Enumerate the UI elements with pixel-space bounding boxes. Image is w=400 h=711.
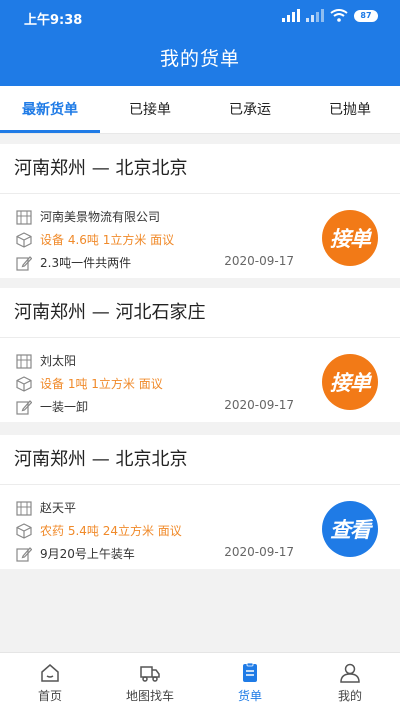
nav-item-mine[interactable]: 我的: [300, 653, 400, 711]
order-note: 2.3吨一件共两件: [40, 256, 132, 270]
home-icon: [41, 664, 59, 682]
note-row: 一装一卸: [16, 398, 88, 415]
status-time: 上午9:38: [24, 13, 83, 28]
note-row: 9月20号上午装车: [16, 545, 135, 562]
order-tabs: 最新货单 已接单 已承运 已抛单: [0, 86, 400, 134]
status-bar: 上午9:38 87: [0, 0, 400, 34]
page-title: 我的货单: [159, 48, 240, 70]
tab-latest-orders[interactable]: 最新货单: [0, 86, 100, 133]
shipper-row: 赵天平: [16, 499, 76, 516]
edit-icon: [16, 546, 32, 562]
tab-dropped[interactable]: 已抛单: [300, 86, 400, 133]
view-order-button[interactable]: 查看: [322, 501, 378, 557]
order-card[interactable]: 河南郑州 — 北京北京 河南美景物流有限公司 设备 4.6吨 1立方米 面议 2…: [0, 144, 400, 278]
order-route: 河南郑州 — 北京北京: [0, 144, 400, 194]
tab-carried[interactable]: 已承运: [200, 86, 300, 133]
edit-icon: [16, 399, 32, 415]
order-card[interactable]: 河南郑州 — 河北石家庄 刘太阳 设备 1吨 1立方米 面议 一装一卸 2020…: [0, 288, 400, 422]
accept-order-button[interactable]: 接单: [322, 210, 378, 266]
shipper-row: 刘太阳: [16, 352, 76, 369]
order-note: 一装一卸: [40, 400, 89, 414]
shipper-name: 河南美景物流有限公司: [40, 210, 161, 224]
box-icon: [16, 231, 32, 248]
signal-icon: [282, 9, 300, 22]
cargo-row: 设备 4.6吨 1立方米 面议: [16, 231, 174, 248]
user-icon: [340, 663, 360, 683]
document-icon: [243, 662, 257, 682]
order-card[interactable]: 河南郑州 — 北京北京 赵天平 农药 5.4吨 24立方米 面议 9月20号上午…: [0, 435, 400, 569]
truck-icon: [140, 666, 160, 682]
shipper-row: 河南美景物流有限公司: [16, 208, 160, 225]
status-icons: 87: [282, 9, 378, 22]
cargo-info: 设备 1吨 1立方米 面议: [40, 377, 163, 391]
order-date: 2020-09-17: [224, 398, 294, 412]
tab-accepted[interactable]: 已接单: [100, 86, 200, 133]
building-icon: [16, 353, 32, 369]
shipper-name: 刘太阳: [40, 354, 77, 368]
box-icon: [16, 375, 32, 392]
shipper-name: 赵天平: [40, 501, 77, 515]
order-route: 河南郑州 — 北京北京: [0, 435, 400, 485]
accept-order-button[interactable]: 接单: [322, 354, 378, 410]
nav-item-home[interactable]: 首页: [0, 653, 100, 711]
nav-label: 货单: [237, 689, 262, 703]
building-icon: [16, 209, 32, 225]
order-date: 2020-09-17: [224, 545, 294, 559]
nav-item-map-find-truck[interactable]: 地图找车: [100, 653, 200, 711]
cargo-info: 设备 4.6吨 1立方米 面议: [40, 233, 175, 247]
cargo-info: 农药 5.4吨 24立方米 面议: [40, 524, 182, 538]
nav-item-orders[interactable]: 货单: [200, 653, 300, 711]
note-row: 2.3吨一件共两件: [16, 254, 131, 271]
cargo-row: 设备 1吨 1立方米 面议: [16, 375, 163, 392]
edit-icon: [16, 255, 32, 271]
nav-label: 地图找车: [125, 689, 174, 703]
bottom-nav: 首页 地图找车 货单 我的: [0, 652, 400, 711]
nav-label: 首页: [37, 689, 62, 703]
order-date: 2020-09-17: [224, 254, 294, 268]
battery-icon: 87: [354, 9, 378, 22]
cargo-row: 农药 5.4吨 24立方米 面议: [16, 522, 182, 539]
building-icon: [16, 500, 32, 516]
order-note: 9月20号上午装车: [40, 547, 135, 561]
box-icon: [16, 522, 32, 539]
nav-label: 我的: [337, 689, 362, 703]
wifi-icon: [330, 9, 348, 22]
signal-weak-icon: [306, 9, 324, 22]
app-header: 上午9:38 87 我的货单: [0, 0, 400, 86]
order-route: 河南郑州 — 河北石家庄: [0, 288, 400, 338]
